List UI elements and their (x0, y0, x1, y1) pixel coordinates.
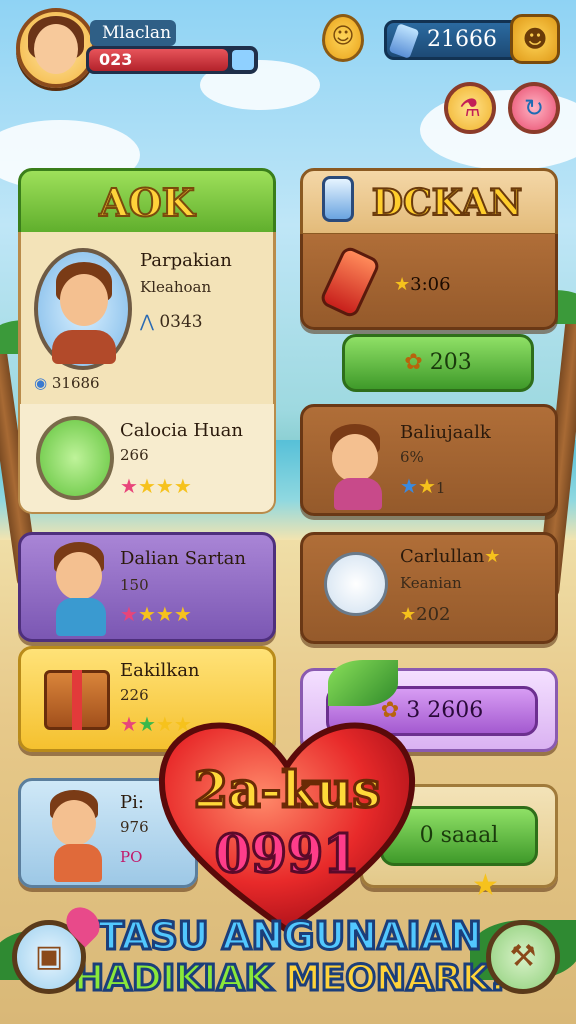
star-icon: ★ (400, 604, 417, 625)
item-value: 266 (120, 446, 149, 464)
drop-icon: ⋀ (140, 312, 160, 332)
star-icon: ★ (394, 274, 411, 295)
item-extra: PO (120, 848, 143, 866)
item-title: Carlullan★ (400, 546, 501, 567)
quill-icon (388, 23, 420, 59)
flower-icon: ✿ (404, 350, 430, 375)
banner-line-1: TASU ANGUNAIAN (97, 913, 484, 960)
left-column-header: AOK (18, 168, 276, 236)
banner-line-2: HADIKIAK MEONARK! (73, 957, 508, 1001)
promo-line-2: 0991 (213, 823, 361, 887)
promo-heart[interactable]: 2a-kus 0991 (156, 716, 418, 936)
item-title: Eakilkan (120, 660, 200, 681)
potion-value: ★3:06 (394, 274, 451, 295)
star-rating: ★★1 (400, 474, 446, 498)
health-value: 023 (89, 49, 229, 71)
player-avatar[interactable] (16, 8, 96, 88)
star-rating: ★★★★ (120, 474, 192, 498)
item-value: ★202 (400, 604, 451, 625)
coin-face-icon[interactable]: ☻ (510, 14, 560, 64)
leaf-icon (328, 660, 398, 706)
item-title: Pi: (120, 792, 144, 813)
item-title: Baliujaalk (400, 422, 491, 443)
star-icon: ★ (472, 868, 499, 903)
item-footer: ◉ 31686 (34, 374, 100, 392)
character-portrait[interactable] (34, 248, 132, 370)
item-value: 6% (400, 448, 424, 466)
build-button[interactable]: ⚒ (486, 920, 560, 994)
player-name: Mlaclan (90, 20, 176, 46)
star-rating: ★★★★ (120, 602, 192, 626)
promo-line-1: 2a-kus (192, 759, 382, 821)
green-monster-portrait (36, 416, 114, 500)
item-title: Parpakian (140, 250, 232, 271)
item-value: ⋀ 0343 (140, 312, 203, 332)
item-value: 976 (120, 818, 149, 836)
hammer-icon: ⚒ (509, 939, 537, 974)
item-subtitle: Kleahoan (140, 278, 212, 296)
health-bar-cap (232, 50, 254, 70)
potion-shop-button[interactable]: ⚗ (444, 82, 496, 134)
currency-value: 21666 (427, 27, 497, 52)
item-subtitle: Keanian (400, 574, 462, 592)
green-reward-button[interactable]: ✿ 203 (342, 334, 534, 392)
gem-icon: ◉ (34, 374, 52, 392)
chest-icon: ▣ (34, 939, 64, 974)
health-bar: 023 (86, 46, 258, 74)
item-value: 226 (120, 686, 149, 704)
smiley-coin-icon[interactable]: ☺ (322, 14, 364, 62)
item-title: Calocia Huan (120, 420, 244, 441)
item-title: Dalian Sartan (120, 548, 246, 569)
jar-icon (322, 176, 354, 222)
settings-swirl-button[interactable]: ↻ (508, 82, 560, 134)
compass-icon (324, 552, 388, 616)
item-value: 150 (120, 576, 149, 594)
